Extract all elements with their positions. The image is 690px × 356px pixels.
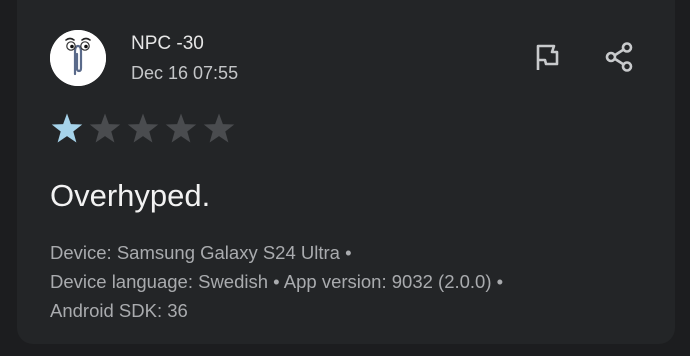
device-info-line: Device language: Swedish • App version: … [50, 271, 504, 292]
flag-button[interactable] [530, 40, 564, 74]
star-icon [50, 112, 87, 146]
star-icon [164, 112, 201, 146]
device-info: Device: Samsung Galaxy S24 Ultra • Devic… [50, 238, 503, 325]
avatar[interactable] [50, 30, 106, 86]
star-icon [202, 112, 239, 146]
review-title: Overhyped. [50, 178, 211, 213]
star-icon [126, 112, 163, 146]
star-icon [88, 112, 125, 146]
device-info-line: Android SDK: 36 [50, 300, 188, 321]
paperclip-mascot-icon [50, 30, 106, 86]
star-rating [50, 112, 239, 146]
device-info-line: Device: Samsung Galaxy S24 Ultra • [50, 242, 352, 263]
review-date: Dec 16 07:55 [131, 63, 239, 83]
share-button[interactable] [601, 39, 637, 75]
flag-icon [536, 44, 559, 70]
share-icon [605, 42, 633, 72]
author-name: NPC -30 [131, 33, 204, 54]
page: NPC -30 Dec 16 07:55 Overhyped. Device: … [0, 0, 690, 356]
